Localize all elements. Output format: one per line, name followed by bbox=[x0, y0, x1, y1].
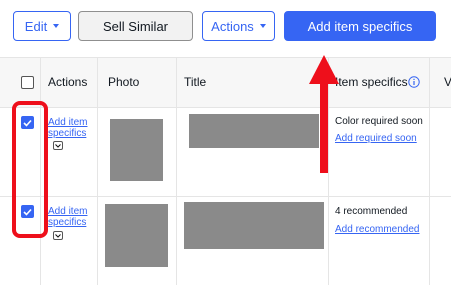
add-required-link[interactable]: Add required soon bbox=[335, 133, 417, 144]
column-header-title[interactable]: Title bbox=[184, 75, 206, 89]
add-item-specifics-link[interactable]: Add item specifics bbox=[48, 206, 87, 228]
add-item-specifics-link[interactable]: Add item specifics bbox=[48, 117, 87, 139]
specifics-status: 4 recommended bbox=[335, 206, 408, 217]
divider bbox=[429, 57, 430, 285]
link-line: specifics bbox=[48, 128, 87, 139]
column-header-item-specifics[interactable]: Item specifics bbox=[335, 75, 408, 89]
divider bbox=[0, 107, 451, 108]
divider bbox=[176, 57, 177, 285]
edit-button-label: Edit bbox=[24, 18, 48, 34]
row-actions-dropdown[interactable] bbox=[53, 231, 63, 240]
add-item-specifics-label: Add item specifics bbox=[307, 18, 413, 34]
sell-similar-button[interactable]: Sell Similar bbox=[78, 11, 193, 41]
chevron-down-icon bbox=[53, 24, 60, 28]
chevron-down-icon bbox=[259, 24, 266, 28]
add-item-specifics-button[interactable]: Add item specifics bbox=[284, 11, 436, 41]
arrow-up-icon bbox=[309, 55, 339, 173]
highlight-box bbox=[12, 101, 48, 238]
link-line: Add item bbox=[48, 206, 88, 217]
divider bbox=[0, 57, 451, 58]
item-title[interactable] bbox=[184, 202, 324, 249]
listing-table-view: Edit Sell Similar Actions Add item speci… bbox=[0, 0, 451, 285]
actions-menu-button[interactable]: Actions bbox=[202, 11, 275, 41]
actions-button-label: Actions bbox=[211, 18, 254, 34]
column-header-actions[interactable]: Actions bbox=[48, 75, 87, 89]
divider bbox=[0, 196, 451, 197]
item-photo[interactable] bbox=[105, 204, 168, 267]
link-line: Add item bbox=[48, 117, 88, 128]
sell-similar-label: Sell Similar bbox=[102, 18, 168, 34]
add-recommended-link[interactable]: Add recommended bbox=[335, 224, 420, 235]
info-icon[interactable] bbox=[408, 76, 420, 88]
specifics-status: Color required soon bbox=[335, 116, 423, 127]
item-photo[interactable] bbox=[110, 119, 163, 181]
link-line: specifics bbox=[48, 217, 87, 228]
chevron-down-icon bbox=[55, 234, 61, 238]
chevron-down-icon bbox=[55, 144, 61, 148]
column-header-photo[interactable]: Photo bbox=[108, 75, 139, 89]
item-title[interactable] bbox=[189, 114, 319, 148]
select-all-checkbox[interactable] bbox=[21, 76, 34, 89]
edit-button[interactable]: Edit bbox=[13, 11, 71, 41]
column-header-truncated[interactable]: V bbox=[444, 75, 451, 89]
divider bbox=[97, 57, 98, 285]
row-actions-dropdown[interactable] bbox=[53, 141, 63, 150]
